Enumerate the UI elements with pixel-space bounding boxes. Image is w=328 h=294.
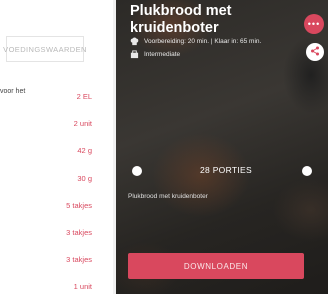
chef-hat-icon — [130, 37, 139, 46]
ingredient-quantity: 2 unit — [73, 119, 92, 128]
ingredient-quantity: 3 takjes — [66, 255, 92, 264]
nutrition-tab[interactable]: VOEDINGSWAARDEN — [3, 36, 87, 62]
difficulty-icon — [130, 50, 139, 59]
download-button[interactable]: DOWNLOADEN — [128, 253, 304, 279]
time-info: Voorbereiding: 20 min. | Klaar in: 65 mi… — [144, 38, 262, 45]
ingredient-quantity: 1 unit — [73, 282, 92, 291]
more-options-button[interactable]: ••• — [304, 14, 324, 34]
download-label: DOWNLOADEN — [183, 261, 249, 271]
ingredient-quantity: 5 takjes — [66, 201, 92, 210]
ingredients-panel: VOEDINGSWAARDEN voor het 2 EL 2 unit 42 … — [0, 0, 116, 294]
ingredient-quantity: 2 EL — [76, 92, 92, 101]
ingredient-quantity: 3 takjes — [66, 228, 92, 237]
decrease-portions-button[interactable] — [132, 166, 142, 176]
portions-selector: 28 PORTIES — [116, 163, 328, 179]
increase-portions-button[interactable] — [302, 166, 312, 176]
time-info-row: Voorbereiding: 20 min. | Klaar in: 65 mi… — [130, 37, 261, 46]
recipe-title: Plukbrood met kruidenboter — [130, 3, 232, 36]
recipe-panel: Plukbrood met kruidenboter Voorbereiding… — [116, 0, 328, 294]
share-icon — [310, 43, 320, 61]
share-button[interactable] — [306, 43, 324, 61]
difficulty-row: Intermediate — [130, 50, 180, 59]
ingredient-quantity: 30 g — [77, 174, 92, 183]
portions-label: 28 PORTIES — [200, 165, 252, 175]
difficulty-label: Intermediate — [144, 51, 181, 58]
ingredient-name: voor het — [0, 88, 26, 95]
more-options-label: ••• — [307, 18, 321, 29]
ingredient-quantity: 42 g — [77, 146, 92, 155]
nutrition-tab-label: VOEDINGSWAARDEN — [3, 44, 87, 54]
recipe-subtitle: Plukbrood met kruidenboter — [128, 193, 208, 200]
